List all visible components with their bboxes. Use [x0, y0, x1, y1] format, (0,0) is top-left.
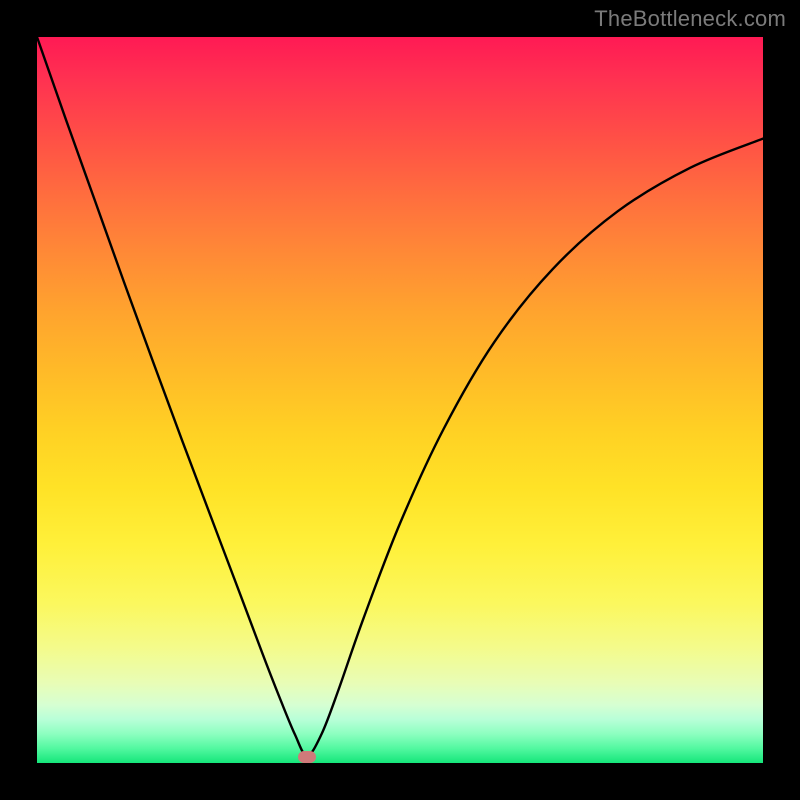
bottleneck-curve [37, 37, 763, 756]
plot-area [37, 37, 763, 763]
optimum-marker [298, 751, 316, 763]
curve-svg [37, 37, 763, 763]
chart-frame: TheBottleneck.com [0, 0, 800, 800]
watermark-text: TheBottleneck.com [594, 6, 786, 32]
